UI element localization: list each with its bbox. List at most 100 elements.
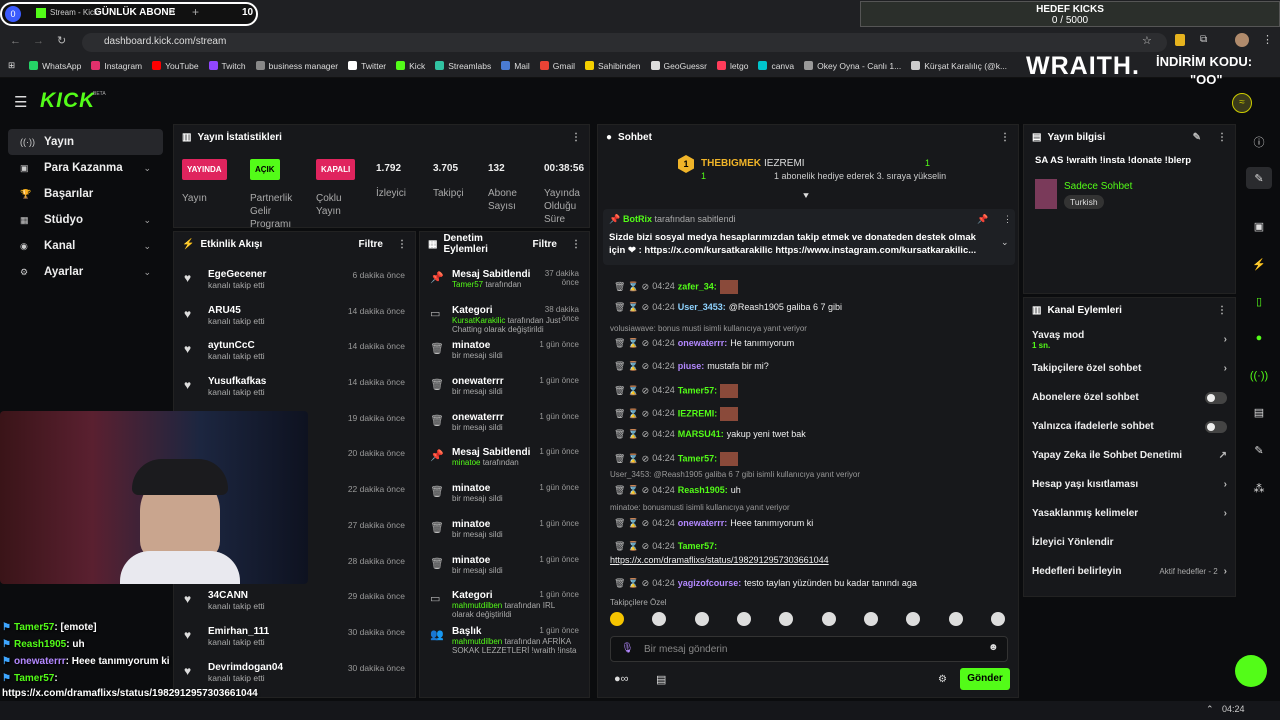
browser-tab-title[interactable]: Stream - Kick xyxy=(50,8,98,17)
emote-option[interactable] xyxy=(736,612,751,626)
emoji-icon[interactable]: ☻ xyxy=(988,642,999,653)
delete-icon[interactable]: 🗑 ⌛ ⊘ xyxy=(614,408,649,418)
nav-item[interactable]: ▦ Stüdyo ⌄ xyxy=(8,207,163,233)
delete-icon[interactable]: 🗑 ⌛ ⊘ xyxy=(614,361,649,371)
nav-item[interactable]: ⚙ Ayarlar ⌄ xyxy=(8,259,163,285)
chat-settings-icon[interactable]: ⚙ xyxy=(938,674,947,685)
chat-username[interactable]: MARSU41: xyxy=(678,429,724,439)
broadcast-rail-icon[interactable]: ((·)) xyxy=(1246,365,1272,387)
bookmark-item[interactable]: letgo xyxy=(717,61,748,71)
chevron-down-icon[interactable]: ⌄ xyxy=(143,163,151,174)
info-rail-icon[interactable]: ⓘ xyxy=(1246,131,1272,153)
apps-icon[interactable]: ⊞ xyxy=(8,60,15,71)
delete-icon[interactable]: 🗑 ⌛ ⊘ xyxy=(614,302,649,312)
bookmark-item[interactable]: Mail xyxy=(501,61,530,71)
mod-menu-icon[interactable]: ⋮ xyxy=(571,239,581,250)
chevron-right-icon[interactable]: › xyxy=(1224,566,1227,577)
delete-icon[interactable]: 🗑 ⌛ ⊘ xyxy=(614,338,649,348)
doc-rail-icon[interactable]: ▯ xyxy=(1246,290,1272,312)
kick-logo[interactable]: KICK xyxy=(40,89,95,113)
chat-users-icon[interactable]: ●∞ xyxy=(614,673,629,685)
bookmark-item[interactable]: Okey Oyna - Canlı 1... xyxy=(804,61,901,71)
channel-action[interactable]: Hedefleri belirleyin Aktif hedefler - 2 › xyxy=(1024,557,1235,586)
hamburger-menu-icon[interactable]: ☰ xyxy=(14,93,27,111)
nav-item[interactable]: 🏆 Başarılar xyxy=(8,181,163,207)
bookmark-item[interactable]: Gmail xyxy=(539,61,575,71)
emote-option[interactable] xyxy=(990,612,1005,626)
expand-pinned-icon[interactable]: ⌄ xyxy=(1001,237,1009,248)
external-link-icon[interactable]: ↗ xyxy=(1219,450,1227,461)
bookmark-item[interactable]: Instagram xyxy=(91,61,142,71)
info-menu-icon[interactable]: ⋮ xyxy=(1217,132,1227,143)
toggle-switch[interactable] xyxy=(1205,391,1227,404)
chat-input[interactable]: 🎙 Bir mesaj gönderin ☻ xyxy=(610,636,1008,662)
new-tab-icon[interactable]: + xyxy=(192,5,199,19)
delete-icon[interactable]: 🗑 ⌛ ⊘ xyxy=(614,429,649,439)
user-avatar[interactable]: ≈ xyxy=(1232,93,1252,113)
category-name[interactable]: Sadece Sohbet xyxy=(1064,181,1132,192)
chat-username[interactable]: onewaterrr: xyxy=(678,518,728,528)
tray-chevron-icon[interactable]: ⌃ xyxy=(1206,704,1214,715)
delete-icon[interactable]: 🗑 ⌛ ⊘ xyxy=(614,281,649,291)
delete-icon[interactable]: 🗑 ⌛ ⊘ xyxy=(614,578,649,588)
toggle-switch[interactable] xyxy=(1205,420,1227,433)
emote-option[interactable] xyxy=(694,612,709,626)
bookmark-item[interactable]: Twitch xyxy=(208,61,246,71)
gift-cta[interactable]: 1 abonelik hediye ederek 3. sıraya yükse… xyxy=(774,171,946,181)
channel-action[interactable]: İzleyici Yönlendir xyxy=(1024,528,1235,557)
reload-icon[interactable]: ↻ xyxy=(57,34,66,47)
mod-actor[interactable]: mahmutdilben xyxy=(452,637,502,646)
store-icon[interactable]: ▤ xyxy=(656,673,666,686)
mod-actor[interactable]: Tamer57 xyxy=(452,280,483,289)
emote-option[interactable] xyxy=(779,612,794,626)
nav-item[interactable]: ◉ Kanal ⌄ xyxy=(8,233,163,259)
browser-menu-icon[interactable]: ⋮ xyxy=(1262,33,1273,46)
delete-icon[interactable]: 🗑 ⌛ ⊘ xyxy=(614,385,649,395)
profile-avatar[interactable] xyxy=(1235,33,1249,47)
pinned-menu-icon[interactable]: ⋮ xyxy=(1003,214,1012,225)
chat-menu-icon[interactable]: ⋮ xyxy=(1000,132,1010,143)
channel-action[interactable]: Hesap yaşı kısıtlaması › xyxy=(1024,470,1235,499)
channel-action[interactable]: Yalnızca ifadelerle sohbet xyxy=(1024,412,1235,441)
bookmark-item[interactable]: Kürşat Karalılıç (@k... xyxy=(911,61,1007,71)
chevron-down-icon[interactable]: ⌄ xyxy=(143,215,151,226)
star-icon[interactable]: ☆ xyxy=(1142,34,1152,47)
layout-rail-icon[interactable]: ▤ xyxy=(1246,401,1272,423)
bookmark-item[interactable]: Kick xyxy=(396,61,425,71)
extension-shield-icon[interactable] xyxy=(1175,34,1185,46)
channel-action[interactable]: Abonelere özel sohbet xyxy=(1024,383,1235,412)
bookmark-item[interactable]: Twitter xyxy=(348,61,386,71)
live-indicator-button[interactable] xyxy=(1235,655,1267,687)
edit-rail-icon[interactable]: ✎ xyxy=(1246,167,1272,189)
chat-username[interactable]: yagizofcourse: xyxy=(678,578,742,588)
chevron-right-icon[interactable]: › xyxy=(1224,508,1227,519)
bookmark-item[interactable]: Streamlabs xyxy=(435,61,491,71)
emote-option[interactable] xyxy=(906,612,921,626)
actions-menu-icon[interactable]: ⋮ xyxy=(1217,305,1227,316)
delete-icon[interactable]: 🗑 ⌛ ⊘ xyxy=(614,541,649,551)
chevron-right-icon[interactable]: › xyxy=(1224,334,1227,345)
back-icon[interactable]: ← xyxy=(10,35,21,47)
bookmark-item[interactable]: canva xyxy=(758,61,794,71)
bookmark-item[interactable]: WhatsApp xyxy=(29,61,81,71)
bookmark-item[interactable]: YouTube xyxy=(152,61,199,71)
nav-item[interactable]: ▣ Para Kazanma ⌄ xyxy=(8,155,163,181)
chat-username[interactable]: Reash1905: xyxy=(678,485,728,495)
collapse-icon[interactable]: ⯆ xyxy=(802,191,810,202)
emote-option[interactable] xyxy=(652,612,667,626)
channel-action[interactable]: Takipçilere özel sohbet › xyxy=(1024,354,1235,383)
mod-actor[interactable]: mahmutdilben xyxy=(452,601,502,610)
community-rail-icon[interactable]: ⁂ xyxy=(1246,477,1272,499)
chat-link[interactable]: https://x.com/dramaflixs/status/19829129… xyxy=(610,555,829,565)
mod-actor[interactable]: minatoe xyxy=(452,458,480,467)
delete-icon[interactable]: 🗑 ⌛ ⊘ xyxy=(614,518,649,528)
emote-option[interactable] xyxy=(863,612,878,626)
chat-username[interactable]: onewaterrr: xyxy=(678,338,728,348)
tools-rail-icon[interactable]: ✎ xyxy=(1246,439,1272,461)
delete-icon[interactable]: 🗑 ⌛ ⊘ xyxy=(614,485,649,495)
url-input[interactable]: dashboard.kick.com/stream xyxy=(82,33,1167,52)
close-tab-icon[interactable]: ✕ xyxy=(168,7,176,18)
extensions-icon[interactable]: ⧉ xyxy=(1200,34,1207,45)
bookmark-item[interactable]: Sahibinden xyxy=(585,61,641,71)
forward-icon[interactable]: → xyxy=(33,35,44,47)
